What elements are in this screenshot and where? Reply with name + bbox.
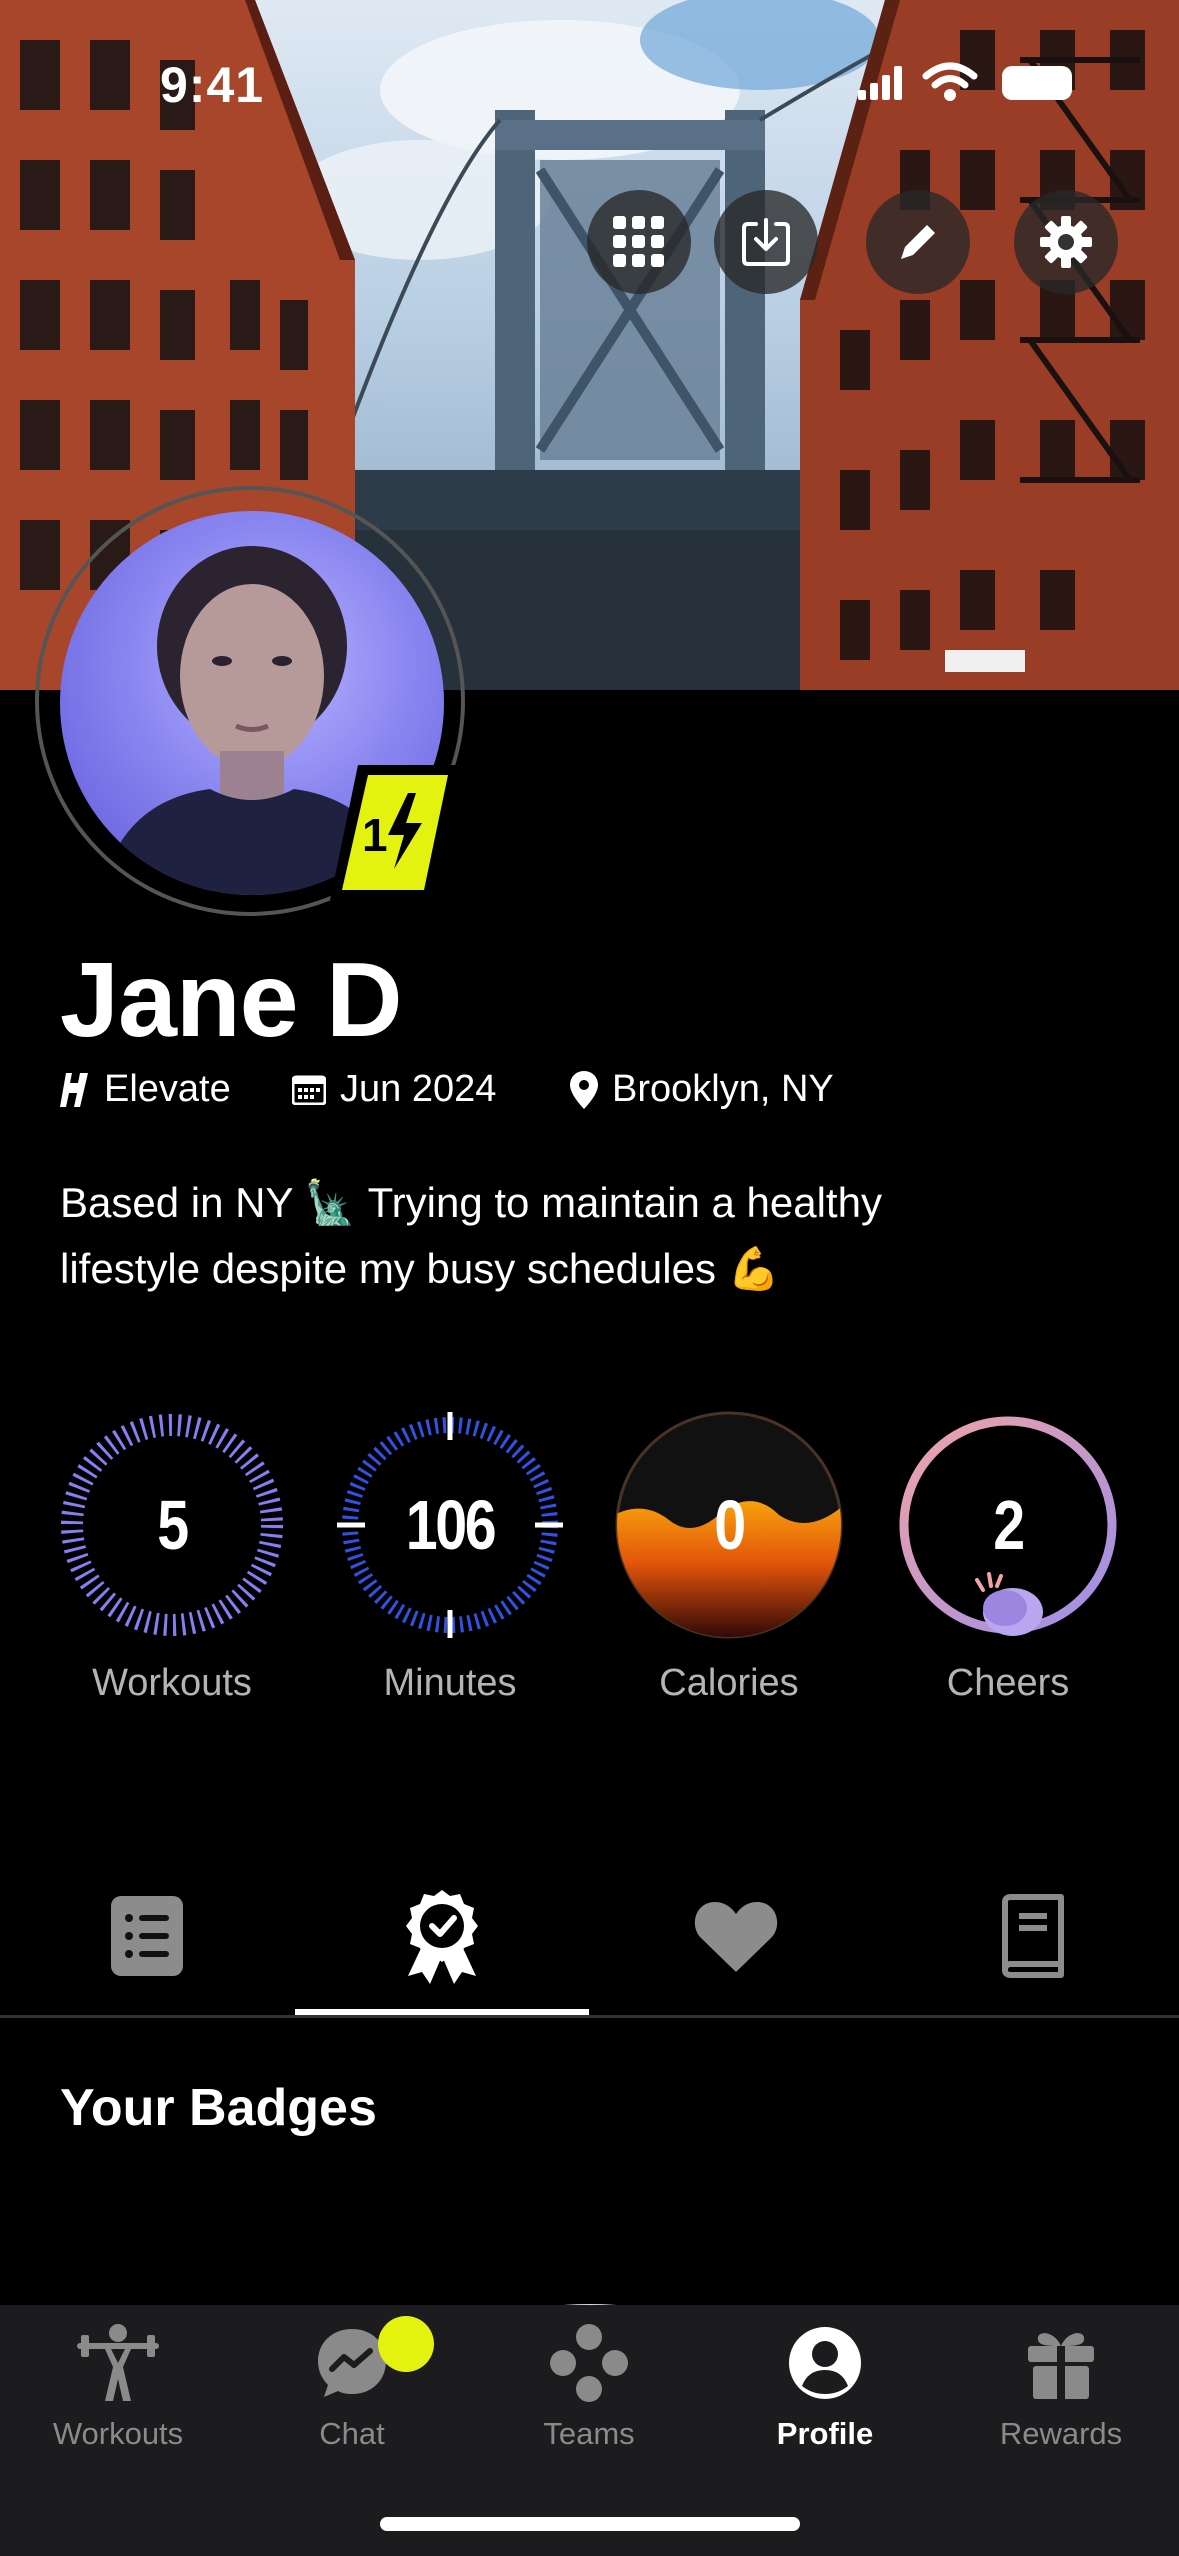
stat-minutes[interactable]: 106 bbox=[335, 1410, 565, 1650]
tab-journal[interactable] bbox=[884, 1860, 1178, 2012]
profile-bio: Based in NY 🗽 Trying to maintain a healt… bbox=[60, 1170, 1120, 1302]
stat-value: 5 bbox=[157, 1486, 189, 1564]
settings-button[interactable] bbox=[1014, 190, 1118, 294]
active-tab-indicator bbox=[295, 2009, 589, 2015]
stat-label: Workouts bbox=[92, 1662, 252, 1704]
nav-rewards[interactable]: Rewards bbox=[943, 2318, 1179, 2458]
stat-cheers[interactable]: 2 bbox=[893, 1410, 1123, 1650]
chat-bubble-icon bbox=[318, 2329, 386, 2397]
nav-label: Chat bbox=[319, 2416, 385, 2451]
profile-tab-bar bbox=[0, 1860, 1179, 2018]
stat-calories[interactable]: 0 bbox=[614, 1410, 844, 1650]
qr-code-button[interactable] bbox=[587, 190, 691, 294]
tab-favorites[interactable] bbox=[589, 1860, 883, 2012]
level-number: 1 bbox=[362, 809, 388, 861]
pencil-icon bbox=[901, 225, 935, 259]
book-icon bbox=[1002, 1894, 1064, 1978]
bio-line: lifestyle despite my busy schedules 💪 bbox=[60, 1245, 780, 1292]
stat-value: 106 bbox=[405, 1486, 497, 1564]
cellular-signal-icon bbox=[858, 66, 902, 100]
gear-icon bbox=[1040, 216, 1092, 268]
location-text: Brooklyn, NY bbox=[612, 1068, 834, 1110]
bio-line: Based in NY 🗽 Trying to maintain a healt… bbox=[60, 1179, 882, 1226]
stat-label: Calories bbox=[659, 1662, 799, 1704]
calendar-icon bbox=[292, 1075, 326, 1105]
status-time: 9:41 bbox=[160, 57, 265, 113]
award-badge-icon bbox=[406, 1890, 478, 1984]
weightlifter-icon bbox=[77, 2324, 159, 2401]
nav-teams[interactable]: Teams bbox=[471, 2318, 707, 2458]
user-circle-icon bbox=[789, 2327, 861, 2399]
stat-value: 0 bbox=[714, 1486, 746, 1564]
status-bar: 9:41 bbox=[0, 0, 1179, 170]
stat-label: Cheers bbox=[946, 1662, 1070, 1704]
team-name: Elevate bbox=[104, 1068, 231, 1110]
nav-label: Profile bbox=[776, 2416, 874, 2451]
nav-label: Teams bbox=[543, 2416, 635, 2451]
location-meta: Brooklyn, NY bbox=[570, 1068, 834, 1111]
location-pin-icon bbox=[570, 1070, 598, 1109]
qr-grid-icon bbox=[613, 216, 664, 267]
team-logo-icon bbox=[60, 1072, 88, 1107]
joined-meta: Jun 2024 bbox=[292, 1068, 496, 1111]
nav-chat[interactable]: Chat bbox=[234, 2318, 470, 2458]
clapping-hands-icon bbox=[975, 1572, 1043, 1636]
gift-icon bbox=[1028, 2333, 1094, 2399]
notification-dot bbox=[378, 2316, 434, 2372]
profile-name: Jane D bbox=[60, 941, 403, 1059]
tab-badges[interactable] bbox=[295, 1860, 589, 2012]
heart-icon bbox=[694, 1902, 778, 1972]
section-title: Your Badges bbox=[60, 2079, 377, 2137]
level-badge bbox=[330, 765, 460, 900]
teams-dots-icon bbox=[550, 2324, 628, 2402]
wifi-icon bbox=[922, 62, 978, 101]
team-meta[interactable]: Elevate bbox=[60, 1068, 231, 1111]
nav-profile[interactable]: Profile bbox=[707, 2318, 943, 2458]
home-indicator bbox=[380, 2517, 800, 2531]
list-icon bbox=[111, 1896, 183, 1976]
download-button[interactable] bbox=[714, 190, 818, 294]
nav-label: Rewards bbox=[999, 2416, 1123, 2451]
nav-workouts[interactable]: Workouts bbox=[0, 2318, 236, 2458]
joined-date: Jun 2024 bbox=[340, 1068, 497, 1110]
edit-profile-button[interactable] bbox=[866, 190, 970, 294]
download-tray-icon bbox=[742, 218, 790, 266]
battery-icon bbox=[1002, 66, 1072, 100]
tab-list[interactable] bbox=[0, 1860, 294, 2012]
stat-label: Minutes bbox=[383, 1662, 517, 1704]
nav-label: Workouts bbox=[52, 2416, 184, 2451]
stat-workouts[interactable]: 5 bbox=[57, 1410, 287, 1650]
